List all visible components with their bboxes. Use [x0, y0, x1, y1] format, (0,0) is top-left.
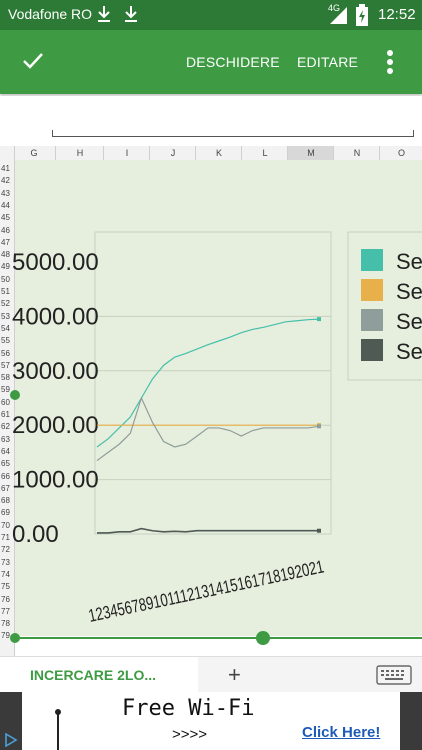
series-line-4: [97, 527, 319, 534]
legend-swatch: [361, 279, 383, 301]
download-icon: [125, 6, 137, 22]
add-sheet-button[interactable]: +: [228, 662, 241, 688]
ad-arrows: >>>>: [172, 726, 208, 743]
legend-swatch: [361, 309, 383, 331]
column-label[interactable]: K: [195, 146, 242, 160]
edit-button[interactable]: EDITARE: [297, 54, 358, 70]
input-underline: [52, 136, 414, 137]
input-tick-left: [52, 130, 53, 137]
column-label[interactable]: M: [287, 146, 334, 160]
series-line-3: [96, 396, 320, 462]
plot-area: [94, 231, 332, 535]
ad-content[interactable]: Free Wi-Fi >>>> Click Here!: [22, 692, 400, 750]
legend-label: Se: [396, 249, 422, 274]
y-tick-label: 2000.00: [12, 412, 99, 439]
carrier-name: Vodafone RO: [8, 6, 93, 22]
open-button[interactable]: DESCHIDERE: [186, 54, 280, 70]
clock: 12:52: [378, 6, 416, 23]
column-label[interactable]: G: [14, 146, 53, 160]
x-tick-labels: 123456789101112131415161718192021: [87, 556, 326, 625]
y-tick-label: 5000.00: [12, 249, 99, 276]
resize-handle[interactable]: [10, 633, 20, 643]
column-label[interactable]: L: [241, 146, 288, 160]
y-tick-label: 4000.00: [12, 303, 99, 330]
series-end-marker: [317, 424, 321, 429]
input-tick-right: [413, 130, 414, 137]
status-bar: Vodafone RO 4G 12:52: [0, 0, 422, 30]
sheet-tab-bar: INCERCARE 2LO... +: [0, 656, 422, 693]
legend-swatch: [361, 339, 383, 361]
series-end-marker: [317, 528, 321, 533]
column-header: G H I J K L M N O: [0, 146, 422, 161]
y-tick-label: 1000.00: [12, 467, 99, 494]
y-tick-label: 3000.00: [12, 358, 99, 385]
column-label[interactable]: J: [149, 146, 196, 160]
more-options-icon[interactable]: [386, 49, 394, 75]
legend-label: Se: [396, 339, 422, 364]
series-end-marker: [317, 317, 321, 322]
battery-icon: [356, 4, 368, 26]
legend-label: Se: [396, 309, 422, 334]
antenna-icon: [55, 709, 61, 750]
sheet-tab-label: INCERCARE 2LO...: [30, 667, 157, 683]
ad-headline: Free Wi-Fi: [122, 696, 255, 721]
legend-label: Se: [396, 279, 422, 304]
ad-cta-link[interactable]: Click Here!: [302, 724, 380, 741]
column-label[interactable]: N: [333, 146, 380, 160]
column-label[interactable]: O: [379, 146, 422, 160]
resize-handle[interactable]: [10, 390, 20, 400]
resize-handle[interactable]: [256, 631, 270, 645]
sheet-tab[interactable]: INCERCARE 2LO...: [0, 657, 198, 693]
app-bar: DESCHIDERE EDITARE: [0, 30, 422, 94]
signal-icon: [330, 7, 347, 24]
column-label[interactable]: H: [55, 146, 104, 160]
ad-choices-icon[interactable]: [4, 733, 18, 747]
formula-bar[interactable]: [0, 96, 422, 146]
y-tick-label: 0.00: [12, 521, 59, 548]
download-icon: [98, 6, 110, 22]
check-icon[interactable]: [22, 52, 44, 70]
column-label[interactable]: I: [103, 146, 150, 160]
keyboard-icon[interactable]: [376, 665, 412, 685]
legend-swatch: [361, 249, 383, 271]
line-chart[interactable]: 5000.004000.003000.002000.001000.000.00 …: [0, 160, 422, 656]
